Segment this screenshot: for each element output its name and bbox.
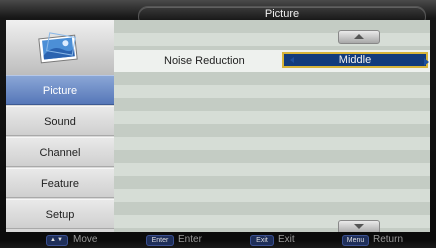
help-move: ▲▼ Move bbox=[46, 234, 116, 247]
scroll-up-icon bbox=[354, 34, 364, 39]
help-enter: Enter Enter bbox=[146, 234, 216, 247]
arrow-left-icon bbox=[290, 57, 294, 63]
noise-reduction-label: Noise Reduction bbox=[164, 55, 245, 67]
arrow-right-icon bbox=[424, 58, 429, 66]
menu-key-icon: Menu bbox=[342, 235, 369, 246]
noise-reduction-value[interactable]: Middle bbox=[282, 52, 428, 68]
settings-panel: Noise Reduction Middle bbox=[114, 20, 430, 232]
menu-logo bbox=[6, 20, 114, 76]
help-return-label: Return bbox=[373, 234, 404, 245]
picture-icon bbox=[38, 32, 78, 64]
sidebar-item-sound[interactable]: Sound bbox=[6, 106, 114, 136]
move-key-icon: ▲▼ bbox=[46, 235, 68, 246]
sidebar-item-picture[interactable]: Picture bbox=[6, 75, 114, 105]
enter-key-icon: Enter bbox=[146, 235, 174, 246]
noise-reduction-value-text: Middle bbox=[338, 54, 372, 66]
scroll-down-button[interactable] bbox=[338, 220, 380, 232]
scroll-up-button[interactable] bbox=[338, 30, 380, 44]
exit-key-icon: Exit bbox=[250, 235, 274, 246]
sidebar-item-feature[interactable]: Feature bbox=[6, 168, 114, 198]
help-exit: Exit Exit bbox=[250, 234, 310, 247]
scroll-down-icon bbox=[354, 224, 364, 229]
help-exit-label: Exit bbox=[278, 234, 295, 245]
help-move-label: Move bbox=[73, 234, 98, 245]
menu-title: Picture bbox=[264, 8, 300, 20]
help-enter-label: Enter bbox=[178, 234, 202, 245]
help-return: Menu Return bbox=[342, 234, 422, 247]
help-bar: ▲▼ Move Enter Enter Exit Exit Menu Retur… bbox=[0, 233, 436, 248]
sidebar: Picture Sound Channel Feature Setup bbox=[6, 20, 114, 232]
noise-reduction-row[interactable]: Noise Reduction Middle bbox=[114, 50, 430, 72]
tv-menu-screen: Picture Picture Sound Channel Feature Se… bbox=[0, 0, 436, 248]
sidebar-item-channel[interactable]: Channel bbox=[6, 137, 114, 167]
sidebar-item-setup[interactable]: Setup bbox=[6, 199, 114, 229]
